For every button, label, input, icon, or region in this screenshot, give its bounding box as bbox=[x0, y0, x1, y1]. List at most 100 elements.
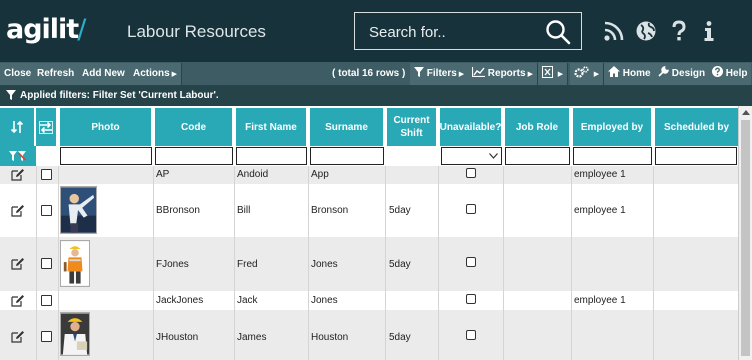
filter-select-unavailable[interactable] bbox=[441, 147, 502, 165]
agilit-logo[interactable]: agilit/ bbox=[6, 12, 86, 48]
unavailable-checkbox[interactable] bbox=[466, 294, 476, 304]
caret-right-icon: ▶ bbox=[171, 71, 178, 78]
logo-text: agilit bbox=[6, 14, 79, 45]
column-divider bbox=[385, 166, 386, 360]
column-filter-row bbox=[0, 146, 738, 166]
unavailable-checkbox[interactable] bbox=[466, 330, 476, 340]
rss-icon[interactable] bbox=[603, 20, 625, 42]
cell-current-shift: 5day bbox=[389, 259, 411, 270]
column-divider bbox=[653, 166, 654, 360]
refresh-rows-header[interactable] bbox=[36, 108, 58, 146]
reports-label: Reports bbox=[487, 68, 526, 79]
column-divider bbox=[503, 166, 504, 360]
worker-photo[interactable] bbox=[60, 312, 90, 356]
cell-surname: Jones bbox=[311, 295, 338, 306]
scrollbar-thumb[interactable] bbox=[741, 120, 750, 356]
help-icon[interactable] bbox=[668, 20, 690, 42]
filter-input-code[interactable] bbox=[155, 147, 233, 165]
search-input[interactable] bbox=[369, 22, 539, 42]
edit-icon[interactable] bbox=[11, 257, 25, 270]
worker-photo[interactable] bbox=[60, 240, 90, 287]
row-select-checkbox[interactable] bbox=[41, 331, 52, 342]
column-divider bbox=[58, 166, 59, 360]
scroll-up-arrow-icon[interactable] bbox=[742, 110, 750, 115]
filter-input-photo[interactable] bbox=[60, 147, 152, 165]
cell-first-name: Bill bbox=[237, 205, 251, 216]
export-excel-button[interactable]: ▶ bbox=[538, 63, 569, 85]
unavailable-checkbox[interactable] bbox=[466, 168, 476, 178]
caret-right-icon: ▶ bbox=[527, 71, 533, 78]
edit-icon[interactable] bbox=[11, 204, 25, 217]
table-row[interactable]: JackJones Jack Jones employee 1 bbox=[0, 291, 738, 310]
actions-menu-button[interactable]: Actions ▶ bbox=[129, 63, 183, 85]
edit-icon[interactable] bbox=[11, 294, 25, 307]
column-divider bbox=[438, 166, 439, 360]
home-button[interactable]: Home bbox=[604, 63, 656, 85]
column-divider bbox=[36, 166, 37, 360]
worker-photo[interactable] bbox=[60, 186, 97, 234]
cell-current-shift: 5day bbox=[389, 332, 411, 343]
globe-icon[interactable] bbox=[635, 20, 657, 42]
filter-toggle-cell[interactable] bbox=[0, 146, 36, 166]
row-select-checkbox[interactable] bbox=[41, 205, 52, 216]
vertical-scrollbar[interactable] bbox=[738, 106, 752, 360]
design-button[interactable]: Design bbox=[654, 63, 711, 85]
col-header-current-shift[interactable]: Current Shift bbox=[387, 108, 438, 146]
help-button[interactable]: Help bbox=[708, 63, 752, 85]
filter-input-surname[interactable] bbox=[310, 147, 384, 165]
cell-surname: Houston bbox=[311, 332, 349, 343]
edit-icon[interactable] bbox=[11, 168, 25, 181]
col-header-scheduled-by[interactable]: Scheduled by bbox=[655, 108, 738, 146]
table-row[interactable]: FJones Fred Jones 5day bbox=[0, 237, 738, 291]
col-header-job-role[interactable]: Job Role bbox=[505, 108, 571, 146]
row-select-checkbox[interactable] bbox=[41, 258, 52, 269]
cell-current-shift: 5day bbox=[389, 205, 411, 216]
cell-surname: App bbox=[311, 169, 329, 180]
logo-slash: / bbox=[77, 14, 86, 45]
col-header-surname[interactable]: Surname bbox=[310, 108, 385, 146]
cell-surname: Jones bbox=[311, 259, 338, 270]
close-button[interactable]: Close bbox=[0, 63, 37, 85]
filter-input-employed-by[interactable] bbox=[573, 147, 652, 165]
filters-label: Filters bbox=[426, 68, 457, 79]
filter-input-first-name[interactable] bbox=[236, 147, 307, 165]
table-row[interactable]: BBronson Bill Bronson 5day employee 1 bbox=[0, 184, 738, 237]
edit-icon[interactable] bbox=[11, 330, 25, 343]
help-label: Help bbox=[725, 68, 748, 79]
cell-employed-by: employee 1 bbox=[574, 169, 626, 180]
info-icon[interactable] bbox=[698, 20, 720, 42]
sort-toggle-header[interactable] bbox=[0, 108, 36, 146]
unavailable-checkbox[interactable] bbox=[466, 204, 476, 214]
table-row[interactable]: AP Andoid App employee 1 bbox=[0, 166, 738, 184]
search-icon[interactable] bbox=[545, 19, 571, 45]
caret-right-icon: ▶ bbox=[458, 71, 465, 78]
settings-menu-button[interactable]: ▶ bbox=[570, 63, 605, 85]
question-circle-icon bbox=[712, 66, 723, 77]
row-select-checkbox[interactable] bbox=[41, 169, 52, 180]
search-box[interactable] bbox=[354, 12, 582, 50]
col-header-unavailable[interactable]: Unavailable? bbox=[440, 108, 503, 146]
reports-menu-button[interactable]: Reports ▶ bbox=[468, 63, 538, 85]
caret-right-icon: ▶ bbox=[593, 71, 600, 78]
col-header-employed-by[interactable]: Employed by bbox=[573, 108, 653, 146]
table-row[interactable]: JHouston James Houston 5day bbox=[0, 310, 738, 360]
filters-menu-button[interactable]: Filters ▶ bbox=[410, 63, 470, 85]
unavailable-checkbox[interactable] bbox=[466, 257, 476, 267]
labour-grid: Photo Code First Name Surname Current Sh… bbox=[0, 106, 752, 360]
clear-filter-icon[interactable] bbox=[9, 151, 27, 162]
applied-filters-text: Applied filters: Filter Set 'Current Lab… bbox=[20, 90, 219, 101]
excel-icon bbox=[542, 66, 553, 78]
col-header-code[interactable]: Code bbox=[155, 108, 234, 146]
row-select-checkbox[interactable] bbox=[41, 295, 52, 306]
cell-first-name: Jack bbox=[237, 295, 258, 306]
cell-first-name: Fred bbox=[237, 259, 258, 270]
col-header-first-name[interactable]: First Name bbox=[236, 108, 308, 146]
filter-input-job-role[interactable] bbox=[505, 147, 570, 165]
funnel-icon bbox=[414, 67, 424, 77]
filter-input-scheduled-by[interactable] bbox=[655, 147, 737, 165]
add-new-button[interactable]: Add New bbox=[78, 63, 130, 85]
column-divider bbox=[571, 166, 572, 360]
col-header-photo[interactable]: Photo bbox=[60, 108, 153, 146]
refresh-button[interactable]: Refresh bbox=[33, 63, 80, 85]
wrench-icon bbox=[658, 66, 669, 77]
